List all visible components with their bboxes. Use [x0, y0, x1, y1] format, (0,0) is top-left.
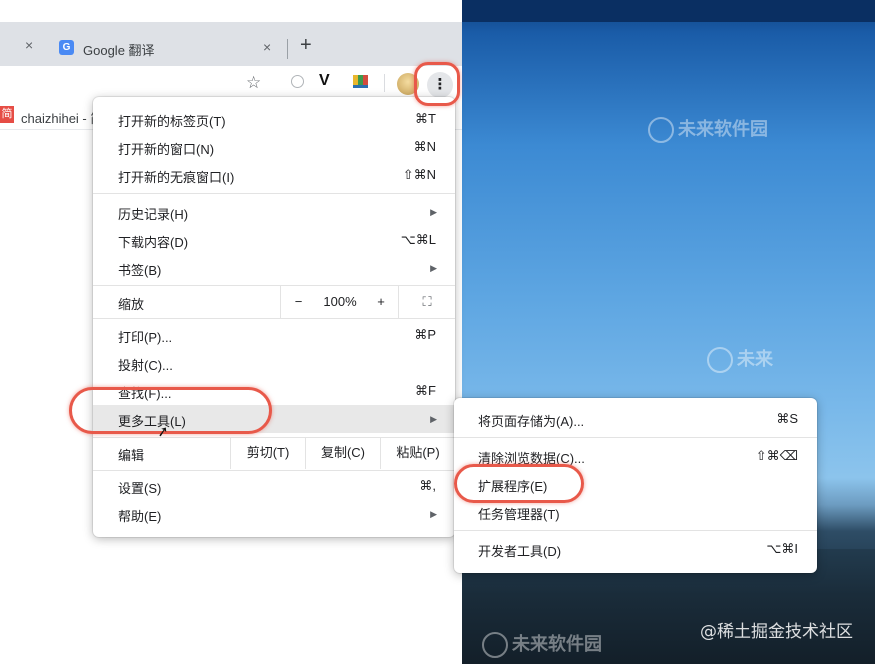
menu-item-shortcut: ⌘S: [776, 411, 798, 426]
menu-item-label: 下载内容(D): [118, 235, 189, 250]
chevron-right-icon: ▶: [430, 509, 437, 519]
paste-button[interactable]: 粘贴(P): [380, 437, 455, 469]
tab-title: Google 翻译: [83, 43, 155, 58]
browser-main-menu: 打开新的标签页(T) ⌘T 打开新的窗口(N) ⌘N 打开新的无痕窗口(I) ⇧…: [93, 97, 455, 537]
menu-item-downloads[interactable]: 下载内容(D) ⌥⌘L: [93, 226, 455, 254]
menu-divider: [93, 193, 455, 194]
menu-item-label: 设置(S): [118, 481, 162, 496]
close-icon[interactable]: ×: [25, 37, 33, 53]
menu-item-help[interactable]: 帮助(E) ▶: [93, 500, 455, 528]
menu-item-label: 任务管理器(T): [478, 507, 560, 522]
watermark-text: 未来软件园: [512, 634, 602, 654]
zoom-out-button[interactable]: −: [280, 286, 316, 318]
credit-text: @稀土掘金技术社区: [700, 622, 853, 642]
toolbar-divider: [384, 74, 385, 92]
menu-item-shortcut: ⇧⌘⌫: [755, 448, 798, 463]
menu-item-developer-tools[interactable]: 开发者工具(D) ⌥⌘I: [454, 535, 817, 563]
menu-item-label: 帮助(E): [118, 509, 162, 524]
menu-item-label: 开发者工具(D): [478, 544, 562, 559]
menu-item-shortcut: ⌘F: [415, 383, 436, 398]
menu-item-new-tab[interactable]: 打开新的标签页(T) ⌘T: [93, 105, 455, 133]
tab-google-translate[interactable]: G Google 翻译 ×: [46, 31, 286, 66]
menu-divider: [93, 318, 455, 319]
highlight-ring-menu-button: [414, 62, 460, 106]
watermark-text: 未来软件园: [678, 119, 768, 139]
menu-item-label: 打印(P)...: [118, 330, 173, 345]
bookmark-favicon-icon: 简: [0, 106, 14, 123]
tab-strip: × G Google 翻译 × +: [0, 22, 462, 66]
bookmark-star-icon[interactable]: ☆: [246, 73, 261, 93]
menu-item-label: 投射(C)...: [118, 358, 173, 373]
chevron-right-icon: ▶: [430, 207, 437, 217]
menu-item-shortcut: ⇧⌘N: [402, 167, 436, 182]
menu-item-label: 打开新的窗口(N): [118, 142, 215, 157]
menu-item-label: 历史记录(H): [118, 207, 189, 222]
watermark-icon: [648, 117, 674, 144]
menu-divider: [93, 470, 455, 471]
menu-divider: [454, 437, 817, 438]
bookmark-item[interactable]: chaizhihei - 简: [21, 108, 103, 127]
menu-item-shortcut: ⌘N: [413, 139, 436, 154]
menu-item-label: 打开新的标签页(T): [118, 114, 226, 129]
google-translate-icon: G: [59, 40, 74, 55]
watermark-icon: [707, 347, 733, 374]
watermark-icon: [482, 632, 508, 659]
highlight-ring-extensions: [454, 464, 584, 503]
fullscreen-icon[interactable]: ⛶: [398, 286, 455, 318]
desktop-top-strip: [462, 0, 875, 22]
menu-item-history[interactable]: 历史记录(H) ▶: [93, 198, 455, 226]
menu-item-label: 将页面存储为(A)...: [478, 414, 585, 429]
chevron-right-icon: ▶: [430, 263, 437, 273]
menu-item-shortcut: ⌥⌘L: [400, 232, 436, 247]
edit-label: 编辑: [118, 448, 145, 463]
extension-color-icon[interactable]: [353, 75, 368, 88]
zoom-level: 100%: [323, 294, 357, 309]
menu-edit-row: 编辑 剪切(T) 复制(C) 粘贴(P): [93, 437, 455, 469]
watermark-logo: 未来软件园: [648, 115, 768, 144]
menu-item-new-window[interactable]: 打开新的窗口(N) ⌘N: [93, 133, 455, 161]
toolbar: ☆ V ⋮: [0, 66, 462, 101]
menu-item-incognito[interactable]: 打开新的无痕窗口(I) ⇧⌘N: [93, 161, 455, 189]
zoom-in-button[interactable]: +: [364, 286, 398, 318]
menu-item-shortcut: ⌘T: [415, 111, 436, 126]
menu-item-shortcut: ⌥⌘I: [766, 541, 798, 556]
highlight-ring-more-tools: [69, 387, 272, 434]
zoom-label: 缩放: [118, 297, 145, 312]
menu-zoom-row: 缩放 − 100% + ⛶: [93, 286, 455, 318]
menu-item-bookmarks[interactable]: 书签(B) ▶: [93, 254, 455, 282]
chevron-right-icon: ▶: [430, 414, 437, 424]
extension-v-icon[interactable]: V: [319, 72, 330, 90]
copy-button[interactable]: 复制(C): [305, 437, 380, 469]
new-tab-button[interactable]: +: [300, 35, 312, 55]
menu-item-settings[interactable]: 设置(S) ⌘,: [93, 472, 455, 500]
menu-item-label: 打开新的无痕窗口(I): [118, 170, 235, 185]
menu-item-cast[interactable]: 投射(C)...: [93, 349, 455, 377]
tab-separator: [287, 39, 288, 59]
menu-item-save-page[interactable]: 将页面存储为(A)... ⌘S: [454, 405, 817, 433]
menu-item-label: 书签(B): [118, 263, 162, 278]
watermark-logo: 未来: [707, 345, 773, 374]
close-icon[interactable]: ×: [263, 39, 271, 55]
menu-item-shortcut: ⌘P: [414, 327, 436, 342]
menu-item-print[interactable]: 打印(P)... ⌘P: [93, 321, 455, 349]
extension-gauge-icon[interactable]: [291, 75, 304, 88]
watermark-text: 未来: [737, 349, 773, 369]
watermark-logo: 未来软件园: [482, 630, 602, 659]
menu-divider: [454, 530, 817, 531]
menu-item-shortcut: ⌘,: [419, 478, 436, 493]
cut-button[interactable]: 剪切(T): [230, 437, 305, 469]
